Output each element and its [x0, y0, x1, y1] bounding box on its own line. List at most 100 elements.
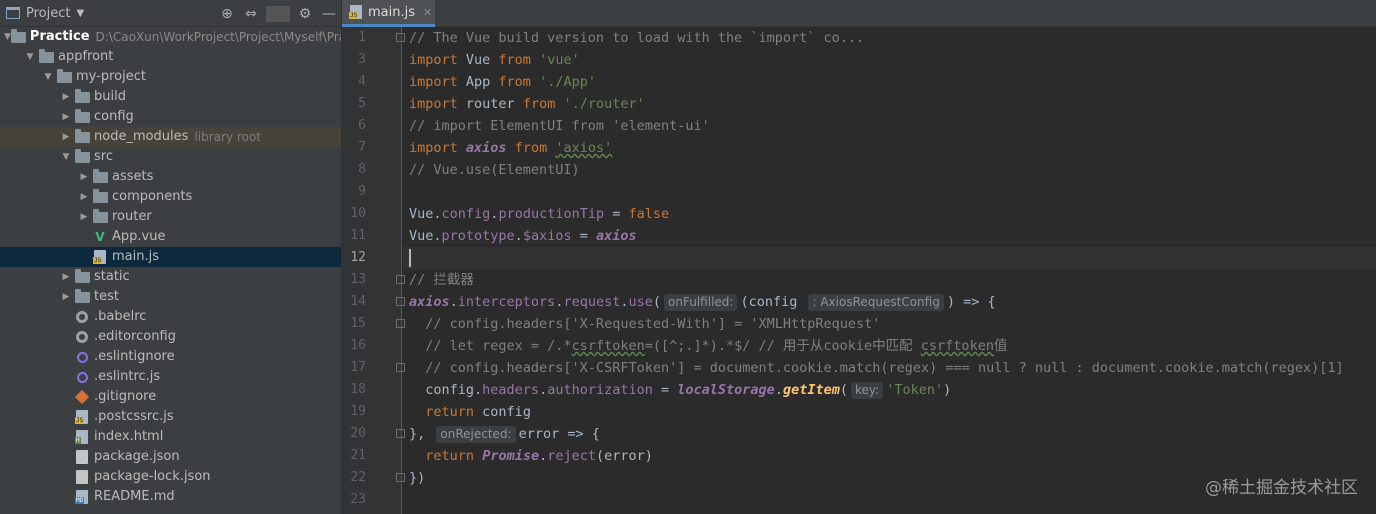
tree-item[interactable]: ▶ config	[0, 107, 341, 127]
tree-item[interactable]: MD README.md	[0, 487, 341, 507]
code-line[interactable]: import axios from 'axios'	[409, 137, 612, 159]
code-line[interactable]: }, onRejected: error => {	[409, 423, 600, 445]
tree-item[interactable]: ▶ router	[0, 207, 341, 227]
line-number: 6	[358, 118, 366, 133]
code-line[interactable]: // let regex = /.*csrftoken=([^;.]*).*$/…	[409, 335, 1007, 357]
tree-item[interactable]: ▶ build	[0, 87, 341, 107]
tree-item[interactable]: Hindex.html	[0, 427, 341, 447]
tree-item[interactable]: .gitignore	[0, 387, 341, 407]
code-token: $axios	[522, 228, 572, 244]
project-view-selector[interactable]: Project	[26, 6, 70, 21]
code-line[interactable]: config.headers.authorization = localStor…	[409, 379, 951, 401]
chevron-right-icon[interactable]: ▶	[76, 167, 92, 187]
folder-icon	[74, 88, 90, 104]
tree-item[interactable]: ▶ static	[0, 267, 341, 287]
line-number: 9	[358, 184, 366, 199]
folder-icon	[74, 148, 90, 164]
code-editor[interactable]: // The Vue build version to load with th…	[403, 27, 1376, 514]
locate-file-icon[interactable]: ⊕	[215, 6, 239, 22]
chevron-right-icon[interactable]: ▶	[76, 187, 92, 207]
tree-item-label: router	[112, 209, 152, 224]
editor-tab-bar: JS main.js ✕	[342, 0, 1376, 27]
code-line[interactable]: import router from './router'	[409, 93, 645, 115]
tree-item[interactable]: ▼ Practice D:\CaoXun\WorkProject\Project\M…	[0, 27, 341, 47]
code-token: return	[425, 448, 475, 464]
code-token: // 拦截器	[409, 272, 474, 288]
code-token: localStorage	[677, 382, 775, 398]
tree-item[interactable]: .eslintignore	[0, 347, 341, 367]
tree-item[interactable]: ▼ my-project	[0, 67, 341, 87]
project-tree: ▼ Practice D:\CaoXun\WorkProject\Project\M…	[0, 27, 341, 507]
line-number: 10	[350, 206, 366, 221]
code-line[interactable]: // The Vue build version to load with th…	[409, 27, 864, 49]
js-file-icon: JS	[74, 410, 90, 424]
code-line[interactable]: Vue.prototype.$axios = axios	[409, 225, 637, 247]
chevron-right-icon[interactable]: ▶	[58, 127, 74, 147]
code-token: (config	[740, 294, 806, 310]
tree-item[interactable]: ▶ components	[0, 187, 341, 207]
code-token: from	[514, 140, 548, 156]
chevron-down-icon[interactable]: ▼	[40, 67, 56, 87]
json-file-icon	[74, 450, 90, 464]
code-line[interactable]: // 拦截器	[409, 269, 474, 291]
chevron-right-icon[interactable]: ▶	[58, 287, 74, 307]
code-line[interactable]: // import ElementUI from 'element-ui'	[409, 115, 710, 137]
code-token: },	[409, 426, 426, 442]
chevron-down-icon[interactable]: ▼	[22, 47, 38, 67]
code-line[interactable]: // Vue.use(ElementUI)	[409, 159, 580, 181]
tree-item[interactable]: .editorconfig	[0, 327, 341, 347]
collapse-all-icon[interactable]: ⇔	[239, 6, 263, 22]
tree-item[interactable]: V App.vue	[0, 227, 341, 247]
code-token: from	[522, 96, 556, 112]
code-line[interactable]: Vue.config.productionTip = false	[409, 203, 669, 225]
code-line[interactable]: // config.headers['X-Requested-With'] = …	[409, 313, 880, 335]
tree-item[interactable]: package-lock.json	[0, 467, 341, 487]
tree-item[interactable]: ▶ node_modules library root	[0, 127, 341, 147]
header-divider	[266, 5, 290, 22]
gear-icon[interactable]: ⚙	[293, 6, 317, 22]
code-line[interactable]: // config.headers['X-CSRFToken'] = docum…	[409, 357, 1343, 379]
code-line[interactable]: import Vue from 'vue'	[409, 49, 580, 71]
code-line[interactable]: return Promise.reject(error)	[409, 445, 653, 467]
tree-item[interactable]: .babelrc	[0, 307, 341, 327]
chevron-right-icon[interactable]: ▶	[58, 267, 74, 287]
code-token: import	[409, 96, 458, 112]
hide-panel-icon[interactable]: —	[317, 6, 341, 22]
tree-item-label: static	[94, 269, 130, 284]
code-token: 'axios'	[555, 140, 613, 156]
code-line[interactable]: return config	[409, 401, 531, 423]
code-line[interactable]: })	[409, 467, 425, 489]
line-number: 7	[358, 140, 366, 155]
tree-item[interactable]: JS main.js	[0, 247, 341, 267]
tab-main-js[interactable]: JS main.js ✕	[342, 0, 435, 27]
code-token: csrftoken	[920, 338, 994, 354]
tree-item[interactable]: package.json	[0, 447, 341, 467]
code-token: .	[449, 294, 458, 310]
tree-item[interactable]: ▼ src	[0, 147, 341, 167]
chevron-down-icon[interactable]: ▼	[76, 8, 84, 19]
line-number: 19	[350, 404, 366, 419]
chevron-down-icon[interactable]: ▼	[58, 147, 74, 167]
code-line[interactable]: import App from './App'	[409, 71, 596, 93]
tree-item[interactable]: JS .postcssrc.js	[0, 407, 341, 427]
code-line[interactable]: axios.interceptors.request.use(onFulfill…	[409, 291, 996, 313]
line-number: 16	[350, 338, 366, 353]
tree-item[interactable]: .eslintrc.js	[0, 367, 341, 387]
tree-item[interactable]: ▶ test	[0, 287, 341, 307]
tree-item[interactable]: ▼ appfront	[0, 47, 341, 67]
tree-item[interactable]: ▶ assets	[0, 167, 341, 187]
close-icon[interactable]: ✕	[423, 6, 432, 19]
line-number: 1	[358, 30, 366, 45]
tree-item-label: index.html	[94, 429, 164, 444]
line-number: 14	[350, 294, 366, 309]
chevron-right-icon[interactable]: ▶	[58, 107, 74, 127]
code-token: .	[539, 448, 548, 464]
chevron-right-icon[interactable]: ▶	[58, 87, 74, 107]
folder-icon	[92, 168, 108, 184]
chevron-right-icon[interactable]: ▶	[76, 207, 92, 227]
chevron-down-icon[interactable]: ▼	[4, 27, 11, 47]
